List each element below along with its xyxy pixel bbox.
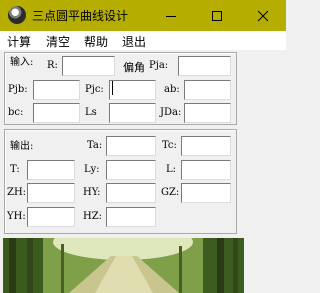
zh-output[interactable] xyxy=(27,183,75,203)
hy-output[interactable] xyxy=(106,183,156,203)
ly-label: Ly: xyxy=(84,164,100,175)
minimize-icon xyxy=(166,15,176,17)
ls-label: Ls xyxy=(85,107,97,118)
zh-label: ZH: xyxy=(7,187,27,198)
pjc-label: Pjc: xyxy=(85,84,104,95)
l-output[interactable] xyxy=(181,160,231,180)
input-group-caption: 输入: xyxy=(10,57,34,68)
menu-item-clear[interactable]: 清空 xyxy=(46,33,70,50)
hz-output[interactable] xyxy=(106,207,156,227)
bc-input[interactable] xyxy=(33,103,80,123)
pja-input[interactable] xyxy=(178,56,231,76)
maximize-icon xyxy=(212,10,222,21)
pja-label: Pja: xyxy=(149,60,169,71)
text-caret xyxy=(112,81,113,95)
close-icon xyxy=(257,10,269,21)
gz-label: GZ: xyxy=(161,187,180,198)
jda-input[interactable] xyxy=(184,103,231,123)
t-output[interactable] xyxy=(27,160,75,180)
menu-item-exit[interactable]: 退出 xyxy=(122,33,146,50)
l-label: L: xyxy=(166,164,177,175)
gz-output[interactable] xyxy=(181,183,231,203)
hy-label: HY: xyxy=(83,187,101,198)
tc-output[interactable] xyxy=(181,136,231,156)
menu-item-help[interactable]: 帮助 xyxy=(84,33,108,50)
close-button[interactable] xyxy=(240,0,286,31)
forest-road-image xyxy=(3,238,244,293)
minimize-button[interactable] xyxy=(148,0,194,31)
pjb-label: Pjb: xyxy=(8,84,28,95)
tc-label: Tc: xyxy=(162,140,177,151)
yh-output[interactable] xyxy=(27,207,75,227)
ta-label: Ta: xyxy=(87,140,103,151)
ab-label: ab: xyxy=(164,84,180,95)
forest-illustration xyxy=(3,238,244,293)
bc-label: bc: xyxy=(8,107,24,118)
pjb-input[interactable] xyxy=(33,80,80,100)
window-title: 三点圆平曲线设计 xyxy=(32,9,129,23)
pjc-input[interactable] xyxy=(109,80,156,100)
maximize-button[interactable] xyxy=(194,0,240,31)
ab-input[interactable] xyxy=(184,80,231,100)
menu-bar: 计算 清空 帮助 退出 xyxy=(0,31,286,50)
ta-output[interactable] xyxy=(106,136,156,156)
deflection-angle-label: 偏角 xyxy=(123,61,145,74)
output-group-caption: 输出: xyxy=(10,141,34,152)
menu-item-calculate[interactable]: 计算 xyxy=(7,33,31,50)
hz-label: HZ: xyxy=(83,211,103,222)
t-label: T: xyxy=(10,164,20,175)
title-bar[interactable]: 三点圆平曲线设计 xyxy=(0,0,286,31)
app-icon[interactable] xyxy=(8,6,26,24)
ly-output[interactable] xyxy=(106,160,156,180)
r-input[interactable] xyxy=(62,56,115,76)
r-label: R: xyxy=(47,60,58,71)
yh-label: YH: xyxy=(7,211,26,222)
jda-label: JDa: xyxy=(160,107,182,118)
ls-input[interactable] xyxy=(109,103,156,123)
